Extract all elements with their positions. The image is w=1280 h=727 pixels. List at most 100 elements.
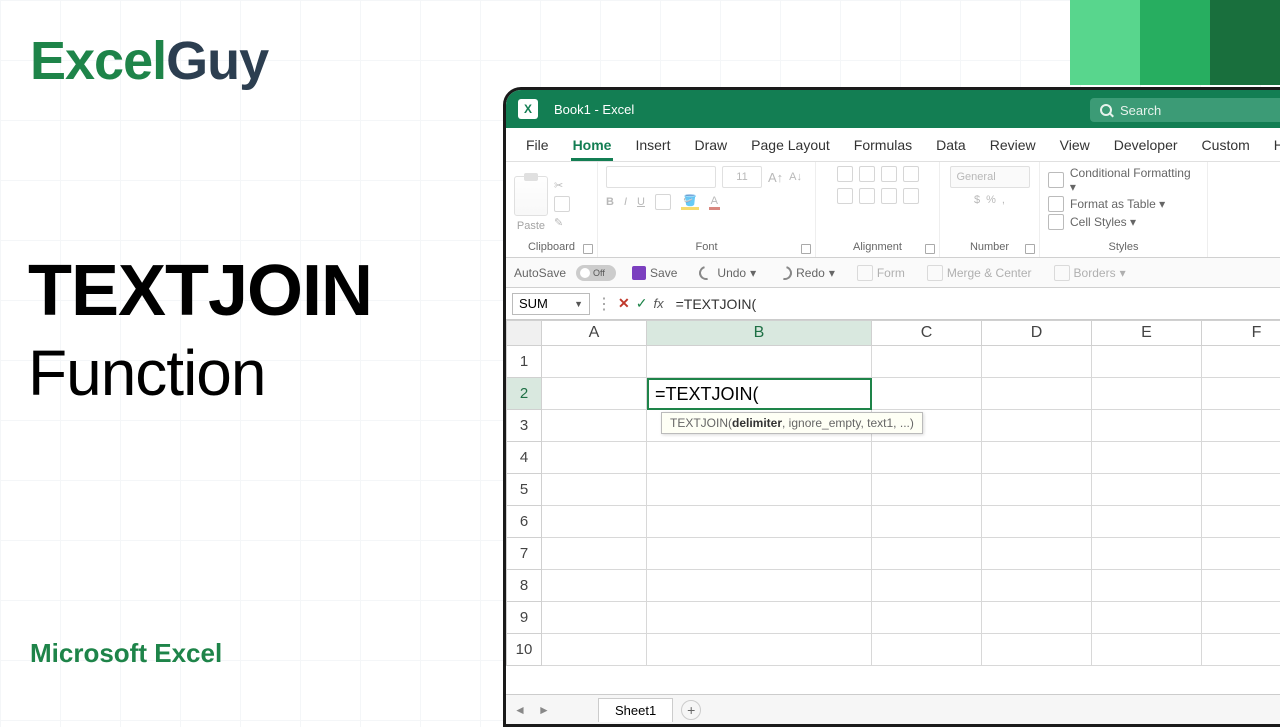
cell-E7[interactable] xyxy=(1092,538,1202,570)
cell-D7[interactable] xyxy=(982,538,1092,570)
cell-D1[interactable] xyxy=(982,346,1092,378)
row-header-4[interactable]: 4 xyxy=(506,442,542,474)
align-left-icon[interactable] xyxy=(837,188,853,204)
cell-E9[interactable] xyxy=(1092,602,1202,634)
tab-custom[interactable]: Custom xyxy=(1190,131,1262,161)
cell-A9[interactable] xyxy=(542,602,647,634)
cell-D3[interactable] xyxy=(982,410,1092,442)
fx-icon[interactable]: fx xyxy=(653,296,663,311)
cell-F6[interactable] xyxy=(1202,506,1280,538)
cell-E2[interactable] xyxy=(1092,378,1202,410)
cell-F8[interactable] xyxy=(1202,570,1280,602)
cell-E4[interactable] xyxy=(1092,442,1202,474)
cell-F5[interactable] xyxy=(1202,474,1280,506)
col-header-D[interactable]: D xyxy=(982,320,1092,346)
cell-A4[interactable] xyxy=(542,442,647,474)
row-header-5[interactable]: 5 xyxy=(506,474,542,506)
comma-icon[interactable]: , xyxy=(1002,194,1005,206)
shrink-font-icon[interactable]: A↓ xyxy=(789,171,802,183)
cell-C9[interactable] xyxy=(872,602,982,634)
border-button[interactable] xyxy=(655,194,671,210)
align-mid-icon[interactable] xyxy=(859,166,875,182)
tab-home[interactable]: Home xyxy=(561,131,624,161)
cell-B6[interactable] xyxy=(647,506,872,538)
align-bot-icon[interactable] xyxy=(881,166,897,182)
autosave-toggle[interactable]: Off xyxy=(576,265,616,281)
cell-A7[interactable] xyxy=(542,538,647,570)
cell-A10[interactable] xyxy=(542,634,647,666)
row-header-8[interactable]: 8 xyxy=(506,570,542,602)
save-button[interactable]: Save xyxy=(626,264,683,282)
cell-F2[interactable] xyxy=(1202,378,1280,410)
underline-button[interactable]: U xyxy=(637,196,645,208)
undo-button[interactable]: Undo ▾ xyxy=(693,264,762,282)
cell-E1[interactable] xyxy=(1092,346,1202,378)
grow-font-icon[interactable]: A↑ xyxy=(768,170,783,185)
col-header-B[interactable]: B xyxy=(647,320,872,346)
cell-B5[interactable] xyxy=(647,474,872,506)
font-family-select[interactable] xyxy=(606,166,716,188)
paste-icon[interactable] xyxy=(514,176,548,216)
tab-insert[interactable]: Insert xyxy=(623,131,682,161)
cell-D5[interactable] xyxy=(982,474,1092,506)
conditional-formatting-button[interactable]: Conditional Formatting ▾ xyxy=(1048,166,1199,194)
cell-C4[interactable] xyxy=(872,442,982,474)
cell-B1[interactable] xyxy=(647,346,872,378)
format-as-table-button[interactable]: Format as Table ▾ xyxy=(1048,196,1165,212)
cell-B9[interactable] xyxy=(647,602,872,634)
cell-D8[interactable] xyxy=(982,570,1092,602)
cell-B8[interactable] xyxy=(647,570,872,602)
tab-review[interactable]: Review xyxy=(978,131,1048,161)
clipboard-dialog-launcher[interactable] xyxy=(583,244,593,254)
orientation-icon[interactable] xyxy=(903,166,919,182)
indent-icon[interactable] xyxy=(903,188,919,204)
cell-A8[interactable] xyxy=(542,570,647,602)
row-header-1[interactable]: 1 xyxy=(506,346,542,378)
cell-E8[interactable] xyxy=(1092,570,1202,602)
cell-A3[interactable] xyxy=(542,410,647,442)
cell-F9[interactable] xyxy=(1202,602,1280,634)
col-header-C[interactable]: C xyxy=(872,320,982,346)
cell-E5[interactable] xyxy=(1092,474,1202,506)
cell-C2[interactable] xyxy=(872,378,982,410)
cell-styles-button[interactable]: Cell Styles ▾ xyxy=(1048,214,1136,230)
cell-F1[interactable] xyxy=(1202,346,1280,378)
tab-view[interactable]: View xyxy=(1048,131,1102,161)
name-box[interactable]: SUM▼ xyxy=(512,293,590,315)
cut-icon[interactable]: ✂ xyxy=(554,179,570,192)
cell-B10[interactable] xyxy=(647,634,872,666)
add-sheet-button[interactable]: + xyxy=(681,700,701,720)
tab-file[interactable]: File xyxy=(514,131,561,161)
col-header-E[interactable]: E xyxy=(1092,320,1202,346)
row-header-10[interactable]: 10 xyxy=(506,634,542,666)
search-box[interactable]: Search xyxy=(1090,98,1280,122)
col-header-F[interactable]: F xyxy=(1202,320,1280,346)
align-center-icon[interactable] xyxy=(859,188,875,204)
cell-E10[interactable] xyxy=(1092,634,1202,666)
cell-C6[interactable] xyxy=(872,506,982,538)
percent-icon[interactable]: % xyxy=(986,194,996,206)
row-header-3[interactable]: 3 xyxy=(506,410,542,442)
row-header-9[interactable]: 9 xyxy=(506,602,542,634)
cell-A5[interactable] xyxy=(542,474,647,506)
cell-C1[interactable] xyxy=(872,346,982,378)
sheet-tab[interactable]: Sheet1 xyxy=(598,698,673,722)
cell-D2[interactable] xyxy=(982,378,1092,410)
cell-F10[interactable] xyxy=(1202,634,1280,666)
sheet-nav-prev[interactable]: ◄ xyxy=(512,702,528,718)
cell-D9[interactable] xyxy=(982,602,1092,634)
number-format-select[interactable]: General xyxy=(950,166,1030,188)
cell-B4[interactable] xyxy=(647,442,872,474)
formula-input[interactable]: =TEXTJOIN( xyxy=(670,296,1280,312)
cell-A1[interactable] xyxy=(542,346,647,378)
merge-center-button[interactable]: Merge & Center xyxy=(921,263,1038,283)
cell-E6[interactable] xyxy=(1092,506,1202,538)
cell-B7[interactable] xyxy=(647,538,872,570)
cell-D4[interactable] xyxy=(982,442,1092,474)
format-painter-icon[interactable]: ✎ xyxy=(554,216,570,229)
cell-C8[interactable] xyxy=(872,570,982,602)
bold-button[interactable]: B xyxy=(606,196,614,208)
font-dialog-launcher[interactable] xyxy=(801,244,811,254)
cell-F4[interactable] xyxy=(1202,442,1280,474)
currency-icon[interactable]: $ xyxy=(974,194,980,206)
